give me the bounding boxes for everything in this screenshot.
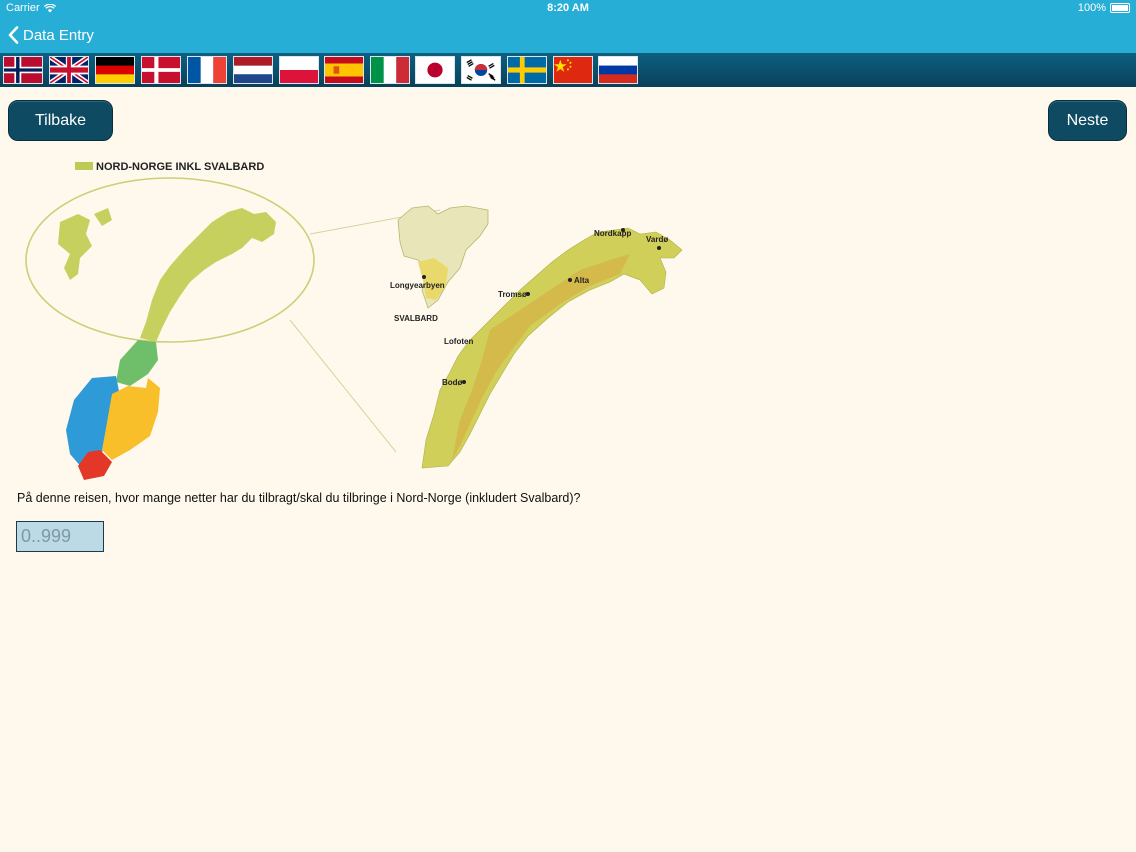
battery-percent: 100% bbox=[1077, 2, 1106, 14]
clock: 8:20 AM bbox=[547, 2, 589, 14]
question-text: På denne reisen, hvor mange netter har d… bbox=[17, 491, 581, 505]
label-nordkapp: Nordkapp bbox=[594, 229, 631, 238]
flag-japan-icon[interactable] bbox=[415, 56, 455, 84]
flag-china-icon[interactable] bbox=[553, 56, 593, 84]
flag-sweden-icon[interactable] bbox=[507, 56, 547, 84]
region-map: NORD-NORGE INKL SVALBARD Nordkapp Vardø … bbox=[25, 161, 683, 480]
flag-italy-icon[interactable] bbox=[370, 56, 410, 84]
flag-poland-icon[interactable] bbox=[279, 56, 319, 84]
label-longyearbyen: Longyearbyen bbox=[390, 281, 445, 290]
flag-denmark-icon[interactable] bbox=[141, 56, 181, 84]
label-bodo: Bodø bbox=[442, 378, 463, 387]
flag-russia-icon[interactable] bbox=[598, 56, 638, 84]
chevron-left-icon bbox=[8, 26, 19, 44]
svalbard-detail-shape bbox=[397, 205, 489, 309]
flag-spain-icon[interactable] bbox=[324, 56, 364, 84]
flag-norway-icon[interactable] bbox=[3, 56, 43, 84]
flag-germany-icon[interactable] bbox=[95, 56, 135, 84]
navigation-bar: Data Entry bbox=[0, 18, 1136, 53]
flag-netherlands-icon[interactable] bbox=[233, 56, 273, 84]
neste-button[interactable]: Neste bbox=[1048, 100, 1127, 141]
nights-input[interactable] bbox=[16, 521, 104, 552]
svalbard-small-shape bbox=[58, 208, 112, 280]
language-bar bbox=[0, 53, 1136, 87]
middle-norway-shape bbox=[116, 340, 158, 386]
flag-uk-icon[interactable] bbox=[49, 56, 89, 84]
battery-indicator: 100% bbox=[1078, 2, 1130, 14]
back-nav-label: Data Entry bbox=[23, 26, 94, 44]
label-lofoten: Lofoten bbox=[444, 337, 473, 346]
legend-swatch bbox=[75, 162, 93, 170]
status-bar: Carrier 8:20 AM 100% bbox=[0, 0, 1136, 18]
flag-south-korea-icon[interactable] bbox=[461, 56, 501, 84]
tilbake-button[interactable]: Tilbake bbox=[8, 100, 113, 141]
label-tromso: Tromsø bbox=[498, 290, 527, 299]
battery-icon bbox=[1110, 3, 1130, 13]
north-norway-shape bbox=[140, 208, 276, 342]
label-vardo: Vardø bbox=[646, 235, 668, 244]
flag-france-icon[interactable] bbox=[187, 56, 227, 84]
map-legend: NORD-NORGE INKL SVALBARD bbox=[96, 161, 264, 173]
label-svalbard: SVALBARD bbox=[394, 314, 438, 323]
label-alta: Alta bbox=[574, 276, 590, 285]
back-nav-button[interactable]: Data Entry bbox=[8, 24, 94, 46]
